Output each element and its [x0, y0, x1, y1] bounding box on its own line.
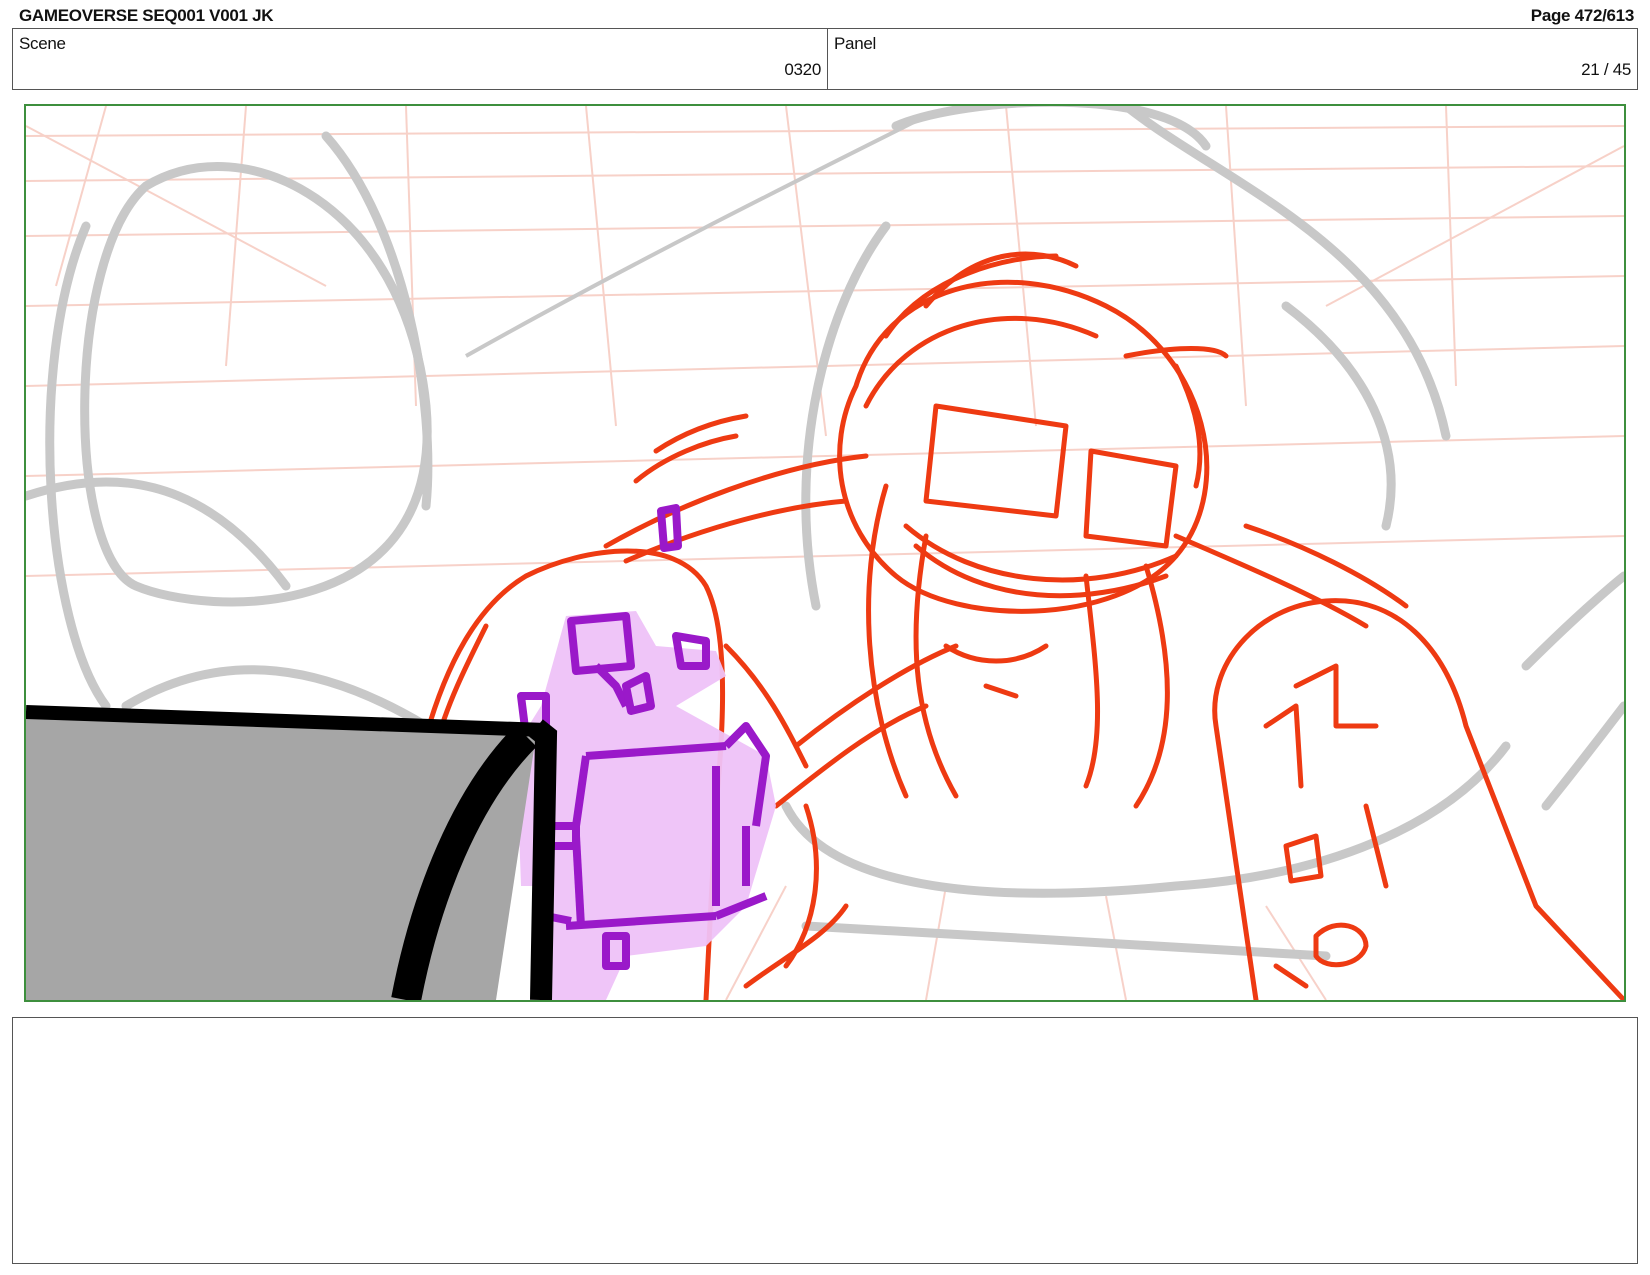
storyboard-sketch — [26, 106, 1624, 1000]
panel-cell: Panel 21 / 45 — [828, 29, 1637, 89]
panel-label: Panel — [834, 34, 876, 53]
background-diagonal-line — [465, 114, 927, 358]
scene-number: 0320 — [784, 60, 821, 79]
scene-cell: Scene 0320 — [13, 29, 828, 89]
panel-number: 21 / 45 — [1581, 60, 1631, 79]
panel-notes-box — [12, 1017, 1638, 1264]
page-number: Page 472/613 — [1530, 6, 1635, 25]
storyboard-frame — [24, 104, 1626, 1002]
scene-label: Scene — [19, 34, 66, 53]
document-title: GAMEOVERSE SEQ001 V001 JK — [19, 6, 274, 25]
foreground-console — [26, 705, 558, 1000]
scene-panel-info-row: Scene 0320 Panel 21 / 45 — [12, 28, 1638, 90]
